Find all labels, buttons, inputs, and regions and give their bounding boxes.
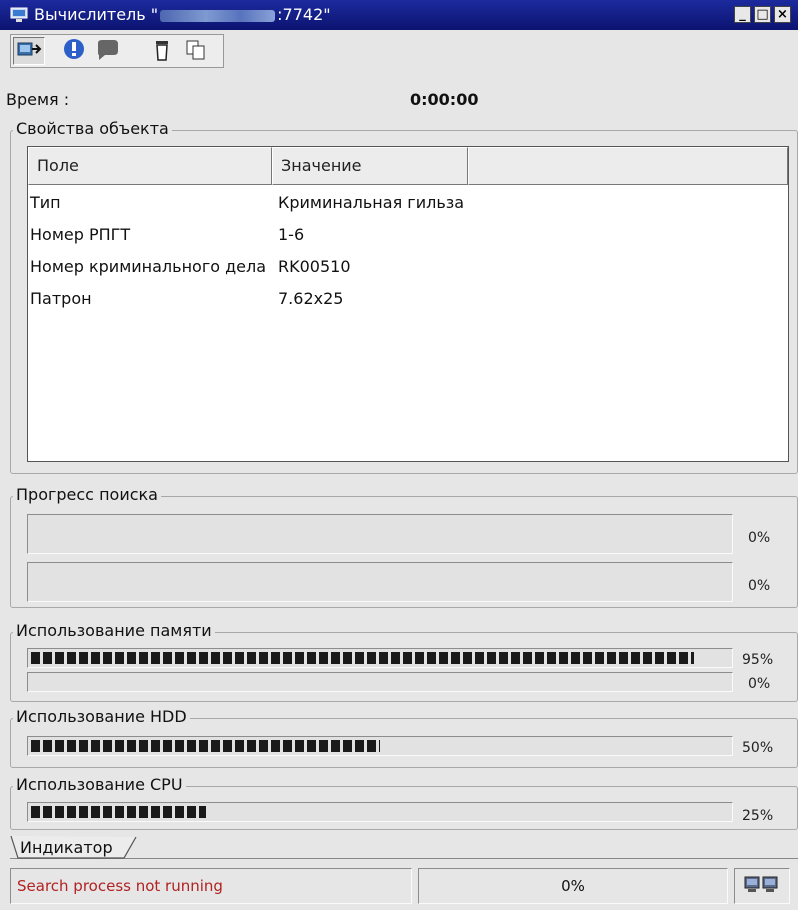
column-header-value[interactable]: Значение [272,147,468,185]
computer-icon [10,7,28,22]
redacted-host [160,9,276,22]
cpu-usage-legend: Использование CPU [13,775,186,794]
cell-field: Патрон [30,289,92,308]
memory-usage-legend: Использование памяти [13,621,215,640]
memory-usage-percent: 0% [748,676,771,692]
time-value: 0:00:00 [410,90,479,109]
connect-button[interactable] [13,37,45,65]
close-button[interactable]: × [774,6,791,23]
toolbar [10,34,224,68]
status-message-panel: Search process not running [10,868,412,904]
table-row[interactable]: Патрон 7.62x25 [30,283,343,315]
search-progress-percent: 0% [748,530,771,546]
memory-usage-bar [27,648,733,668]
search-progress-bar [27,514,733,554]
chat-button[interactable] [93,37,125,65]
minimize-button[interactable]: _ [734,6,751,23]
tab-indicator[interactable]: Индикатор [20,838,113,857]
progress-fill [31,806,206,818]
trash-icon [156,41,168,61]
cell-value: RK00510 [278,257,351,276]
cell-field: Номер РПГТ [30,225,131,244]
cell-value: 7.62x25 [278,289,344,308]
hdd-usage-bar [27,736,733,756]
status-progress-panel: 0% [418,868,728,904]
network-status-button[interactable] [734,868,790,904]
info-button[interactable] [59,37,91,65]
status-message: Search process not running [17,877,223,895]
maximize-button[interactable]: □ [754,6,771,23]
properties-table[interactable]: Поле Значение Тип Криминальная гильза Но… [27,146,789,462]
table-row[interactable]: Тип Криминальная гильза [30,187,464,219]
chat-icon [98,40,118,60]
progress-fill [31,740,380,752]
column-header-empty[interactable] [468,147,788,185]
progress-fill [31,652,695,664]
copy-button[interactable] [181,37,213,65]
cell-field: Номер криминального дела [30,257,267,276]
time-label: Время : [6,90,70,109]
memory-usage-percent: 95% [742,652,774,668]
cpu-usage-percent: 25% [742,808,774,824]
cell-value: 1-6 [278,225,305,244]
delete-button[interactable] [147,37,179,65]
search-progress-legend: Прогресс поиска [13,485,161,504]
search-progress-percent: 0% [748,578,771,594]
cpu-usage-bar [27,802,733,822]
window-title: Вычислитель ":7742" [34,5,331,24]
search-progress-bar [27,562,733,602]
hdd-usage-percent: 50% [742,740,774,756]
hdd-usage-legend: Использование HDD [13,707,190,726]
copy-icon [186,40,205,60]
column-header-field[interactable]: Поле [28,147,272,185]
table-row[interactable]: Номер криминального дела RK00510 [30,251,351,283]
table-row[interactable]: Номер РПГТ 1-6 [30,219,304,251]
network-computers-icon [744,876,778,892]
cell-field: Тип [30,193,61,212]
cell-value: Криминальная гильза [278,193,465,212]
info-icon [64,39,84,59]
connect-icon [17,42,42,56]
title-bar[interactable]: Вычислитель ":7742" _ □ × [0,0,798,30]
status-progress: 0% [561,877,585,895]
object-properties-legend: Свойства объекта [13,119,172,138]
memory-usage-bar [27,672,733,692]
